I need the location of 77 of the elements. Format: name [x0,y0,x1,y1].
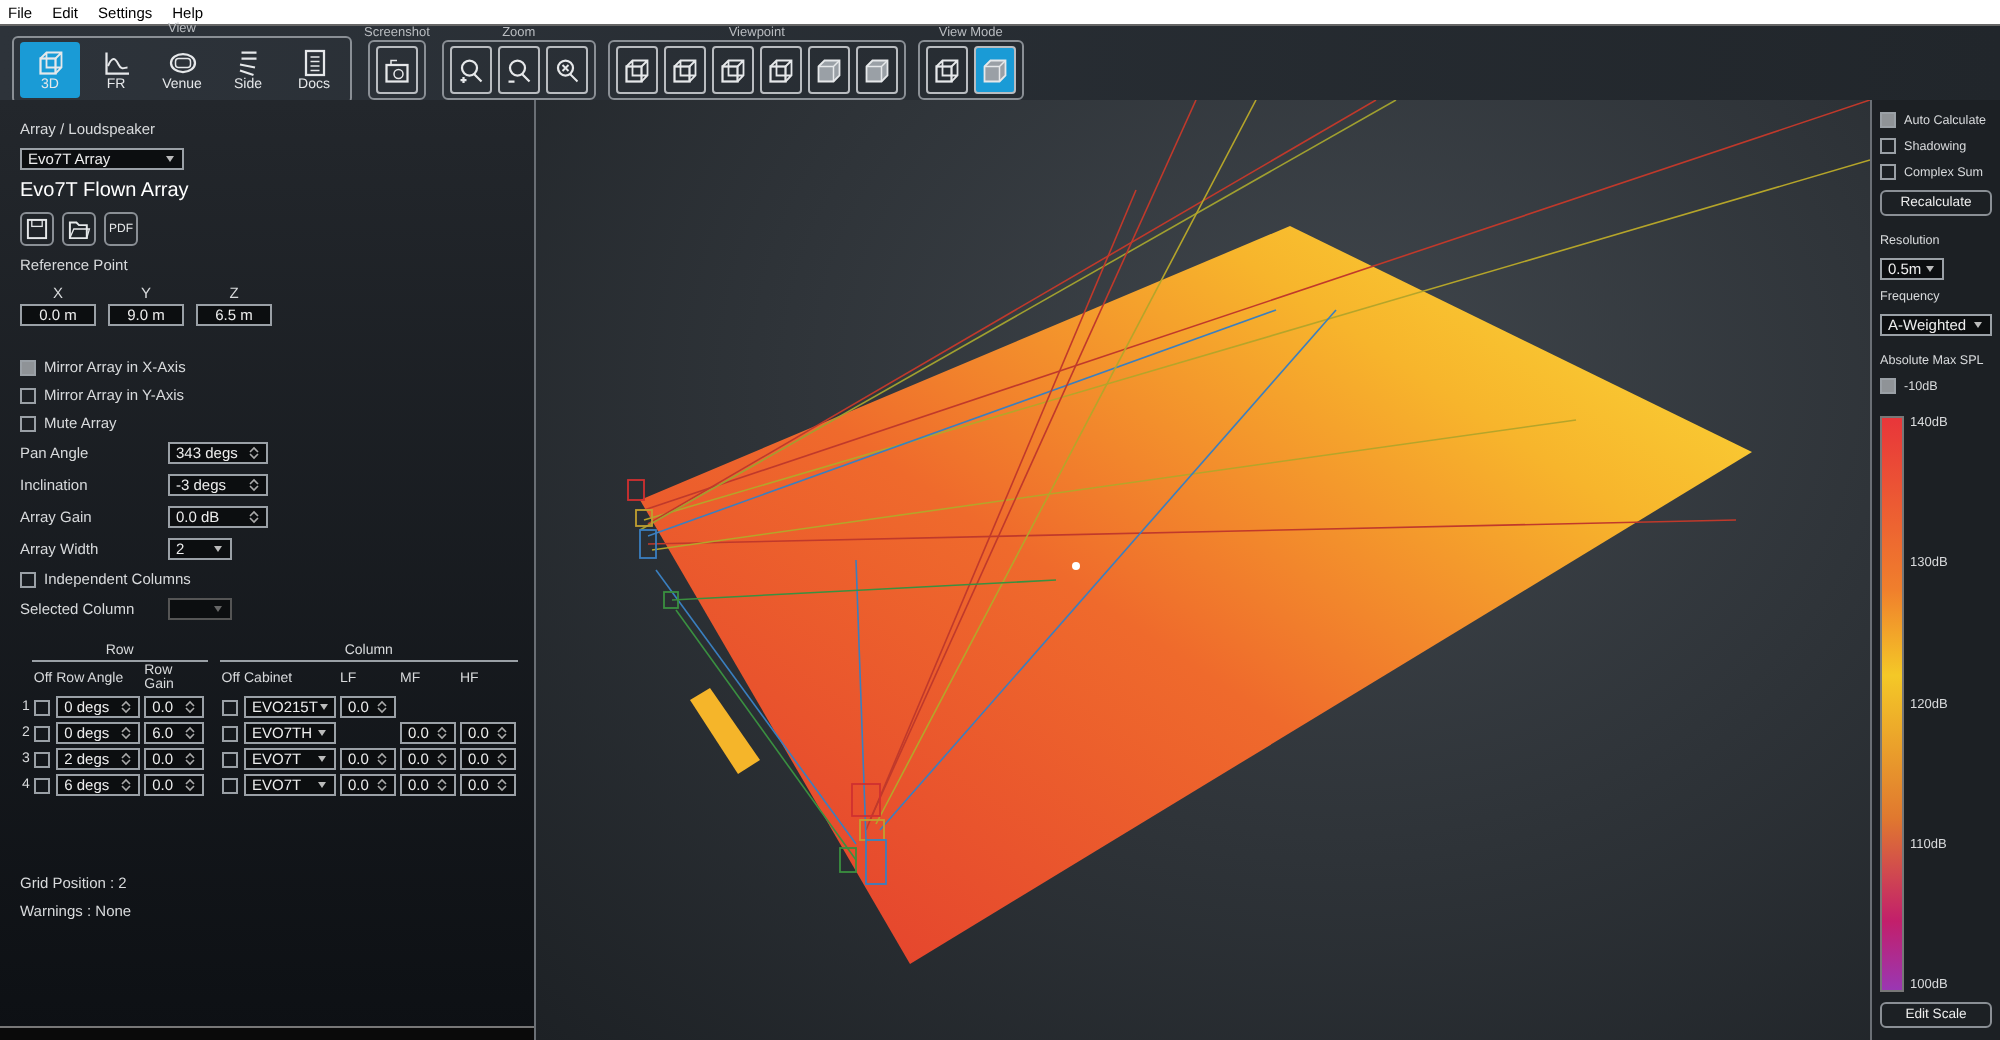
caret-icon [164,152,176,166]
toolbar-button[interactable] [855,46,898,94]
document-icon [299,48,329,78]
checkbox[interactable] [33,699,50,715]
spinner-icon[interactable] [436,778,448,792]
wireframe-cube-icon [931,55,962,85]
toolbar-button[interactable] [545,46,588,94]
checkbox[interactable] [33,725,50,741]
checkbox[interactable] [20,359,36,375]
camera-icon [381,55,412,85]
toolbar-button[interactable] [925,46,968,94]
checkbox[interactable] [20,387,36,403]
spinner-icon[interactable] [248,510,260,524]
spinner-icon[interactable] [184,726,197,740]
spinner-icon[interactable] [184,752,197,766]
zoom-fit-icon [551,55,582,85]
toolbar-button[interactable] [711,46,754,94]
venue-icon [167,48,197,78]
array-name: Evo7T Flown Array [20,180,191,202]
toolbar-button[interactable] [375,46,418,94]
wireframe-cube-icon [765,55,796,85]
audience-area [690,688,760,774]
toolbar-button[interactable] [497,46,540,94]
checkbox[interactable] [221,725,238,741]
checkbox[interactable] [33,751,50,767]
checkbox[interactable] [221,699,238,715]
solid-cube-icon [979,55,1010,85]
wireframe-cube-icon [669,55,700,85]
save-icon [24,216,50,242]
spinner-icon[interactable] [120,752,133,766]
spinner-icon[interactable] [376,778,388,792]
spinner-icon[interactable] [376,700,388,714]
toolbar-button[interactable] [449,46,492,94]
solid-cube-icon [813,55,844,85]
caret-icon [1924,262,1936,276]
caret-icon [212,602,224,616]
spinner-icon[interactable] [376,752,388,766]
wireframe-cube-icon [717,55,748,85]
save-button[interactable] [20,212,54,246]
checkbox[interactable] [1880,378,1896,394]
checkbox[interactable] [33,777,50,793]
toolbar-button[interactable] [663,46,706,94]
zoom-out-icon [503,55,534,85]
spinner-icon[interactable] [120,700,133,714]
wireframe-cube-icon [621,55,652,85]
toolbar-button[interactable] [973,46,1016,94]
wireframe-cube-icon [35,48,65,78]
spinner-icon[interactable] [496,778,508,792]
folder-icon [66,216,92,242]
checkbox[interactable] [20,571,36,587]
checkbox[interactable] [1880,164,1896,180]
spinner-icon[interactable] [120,726,133,740]
reference-point-marker [1072,562,1080,570]
spinner-icon[interactable] [248,478,260,492]
spinner-icon[interactable] [184,778,197,792]
toolbar-button[interactable] [807,46,850,94]
spinner-icon[interactable] [496,726,508,740]
caret-icon [212,542,224,556]
checkbox[interactable] [1880,112,1896,128]
spinner-icon[interactable] [248,446,260,460]
zoom-in-icon [455,55,486,85]
graph-icon [101,48,131,78]
toolbar-button[interactable] [615,46,658,94]
spinner-icon[interactable] [184,700,197,714]
checkbox[interactable] [20,415,36,431]
solid-cube-icon [861,55,892,85]
spinner-icon[interactable] [436,752,448,766]
spinner-icon[interactable] [496,752,508,766]
checkbox[interactable] [221,751,238,767]
spinner-icon[interactable] [120,778,133,792]
spinner-icon[interactable] [436,726,448,740]
horizontal-scrollbar[interactable] [0,1026,534,1040]
open-button[interactable] [62,212,96,246]
toolbar-button[interactable] [759,46,802,94]
checkbox[interactable] [1880,138,1896,154]
caret-icon [1972,318,1984,332]
checkbox[interactable] [221,777,238,793]
